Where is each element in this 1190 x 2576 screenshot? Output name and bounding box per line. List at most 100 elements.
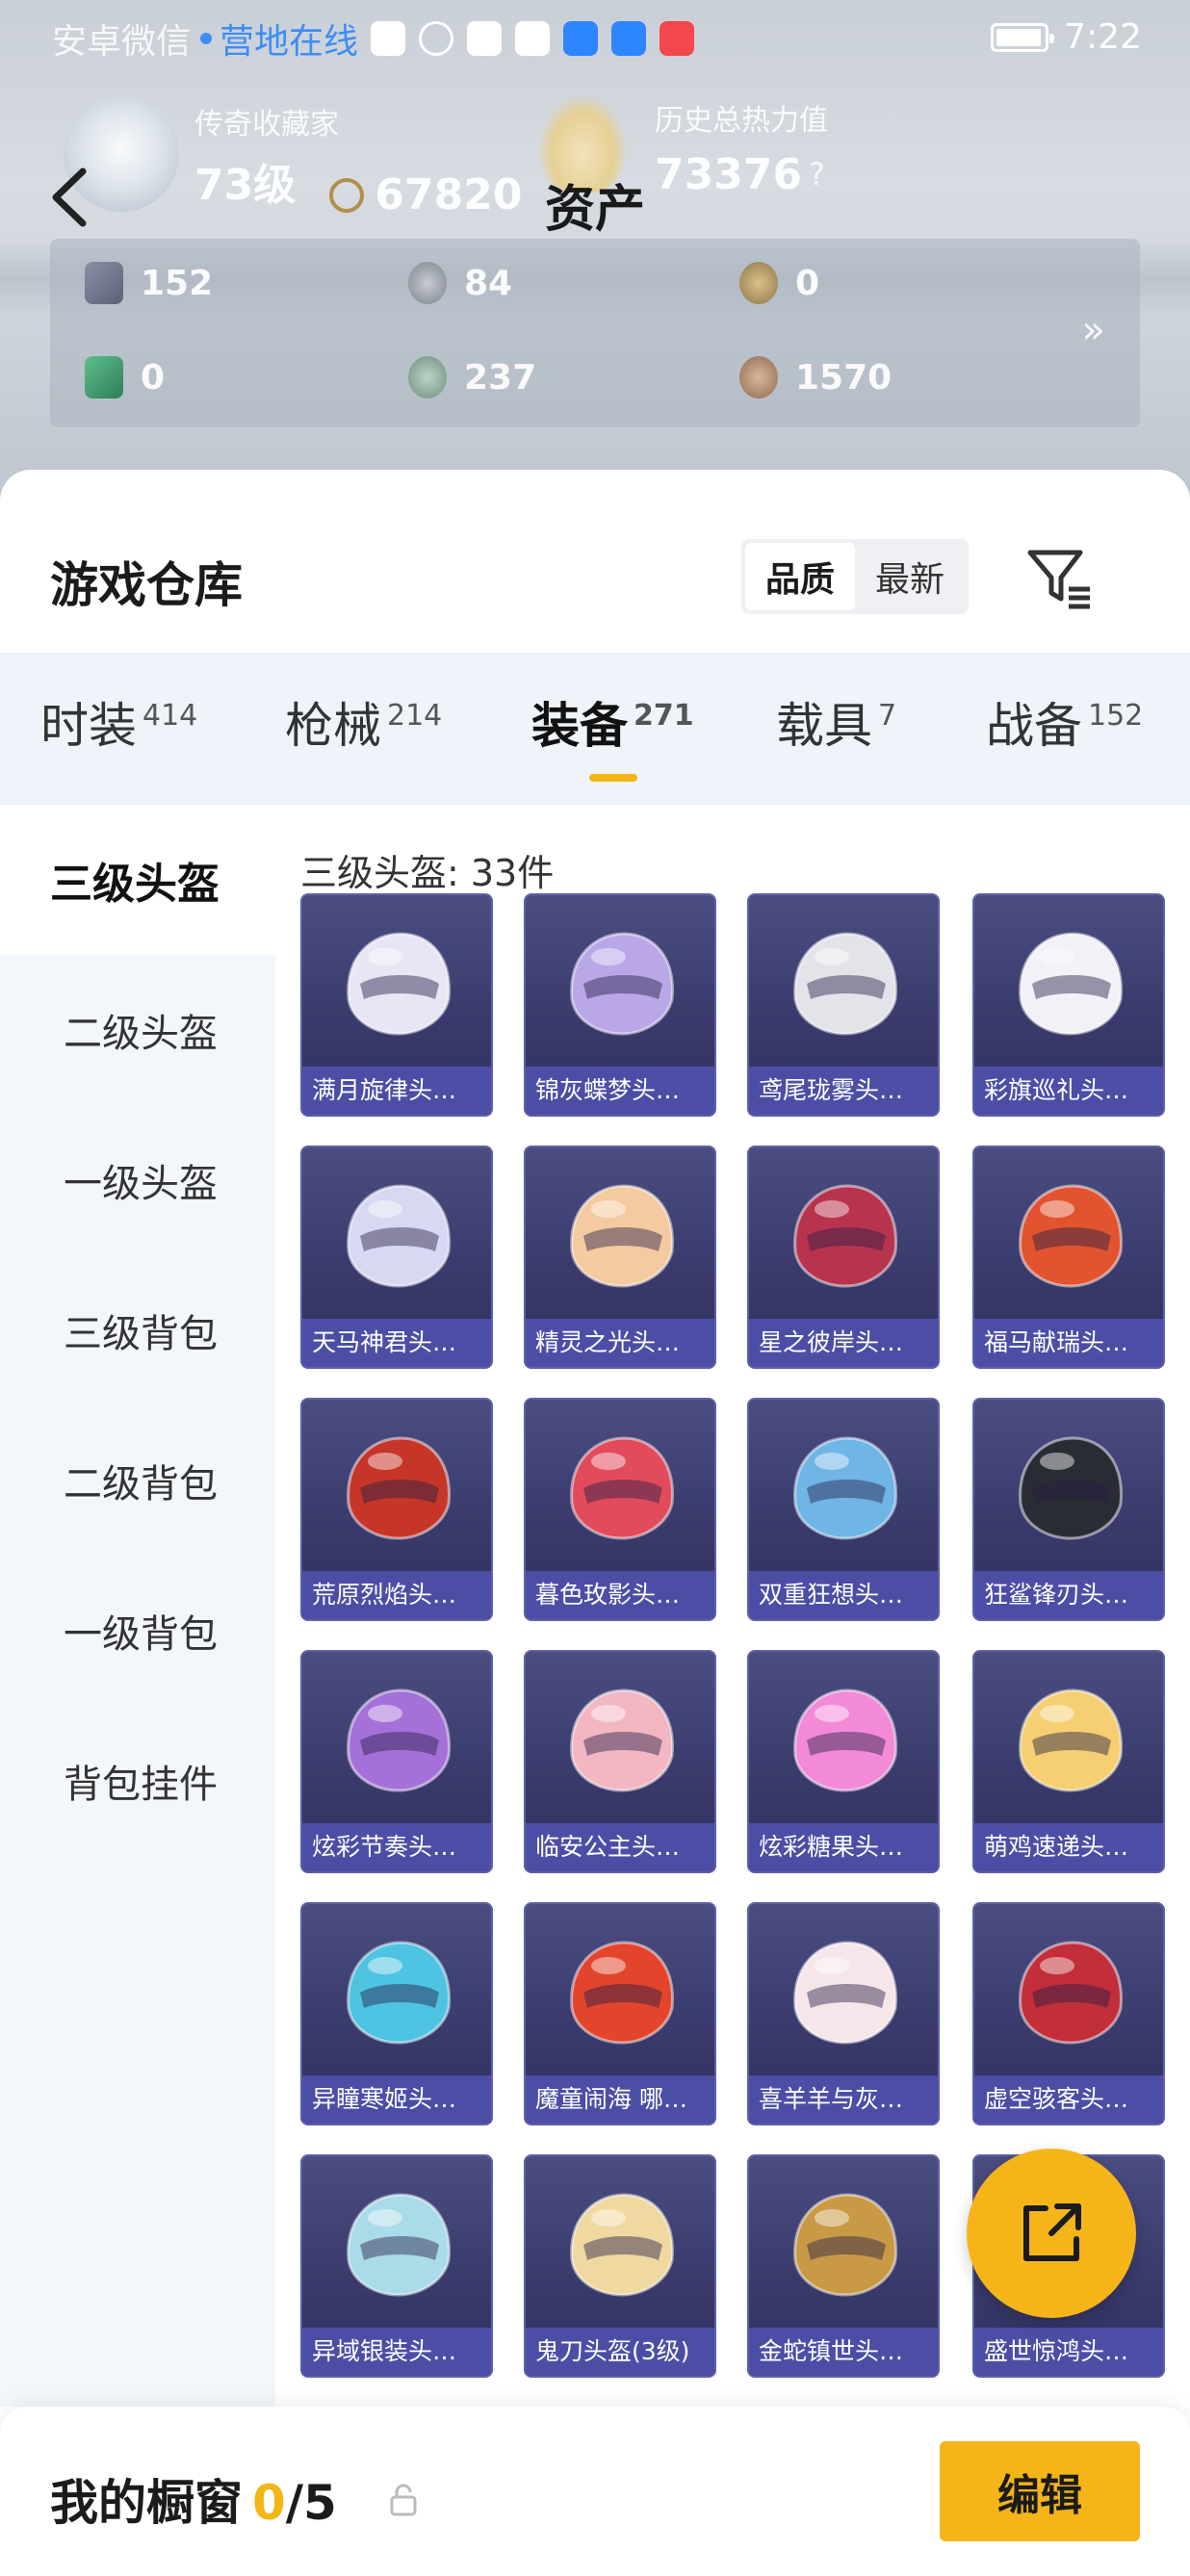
showcase-footer: 我的橱窗 0/5 编辑 <box>0 2407 1190 2576</box>
tab-combat-gear[interactable]: 战备 152 <box>986 687 1143 757</box>
item-name: 精灵之光头… <box>526 1319 714 1367</box>
sidebar-item-level1-helmet[interactable]: 一级头盔 <box>0 1105 275 1255</box>
item-card[interactable]: 双重狂想头… <box>747 1398 940 1621</box>
jade-coin-icon <box>408 356 447 399</box>
lock-icon <box>390 2484 417 2516</box>
tab-count: 7 <box>878 699 897 733</box>
item-name: 荒原烈焰头… <box>302 1571 491 1619</box>
back-arrow-icon <box>52 167 87 227</box>
item-card[interactable]: 萌鸡速递头… <box>972 1650 1165 1873</box>
camp-online-text: 营地在线 <box>220 22 359 62</box>
tab-weapons[interactable]: 枪械 214 <box>285 687 442 757</box>
item-card[interactable]: 异域银装头… <box>300 2154 493 2378</box>
resource-item: 152 <box>85 262 213 304</box>
status-right: 7:22 <box>991 17 1142 57</box>
honor-coin-icon <box>329 177 365 213</box>
tab-label: 枪械 <box>285 698 381 754</box>
item-card[interactable]: 临安公主头… <box>524 1650 716 1873</box>
sort-by-quality[interactable]: 品质 <box>745 543 855 610</box>
item-card[interactable]: 星之彼岸头… <box>747 1146 940 1369</box>
helmet-icon <box>570 1436 674 1540</box>
bronze-coin-icon <box>739 356 778 399</box>
item-card[interactable]: 锦灰蝶梦头… <box>524 893 716 1117</box>
item-name: 虚空骇客头… <box>974 2075 1163 2124</box>
item-card[interactable]: 满月旋律头… <box>300 893 493 1117</box>
green-card-icon <box>85 356 123 399</box>
sidebar-item-level1-backpack[interactable]: 一级背包 <box>0 1556 275 1706</box>
item-card[interactable]: 福马献瑞头… <box>972 1146 1165 1369</box>
filter-button[interactable] <box>1021 539 1098 616</box>
warehouse-title: 游戏仓库 <box>50 557 243 613</box>
resources-more-icon[interactable]: » <box>1082 308 1105 352</box>
sort-by-newest[interactable]: 最新 <box>855 543 965 610</box>
item-name: 彩旗巡礼头… <box>974 1067 1163 1115</box>
helmet-icon <box>1019 1941 1123 2045</box>
helmet-icon <box>570 2193 674 2297</box>
helmet-icon <box>793 1688 897 1792</box>
resource-panel[interactable]: 152 84 0 0 237 1570 » <box>50 239 1140 427</box>
item-card[interactable]: 暮色玫影头… <box>524 1398 716 1621</box>
tab-equipment[interactable]: 装备 271 <box>531 687 694 757</box>
item-name: 临安公主头… <box>526 1823 714 1871</box>
resource-value: 0 <box>795 263 820 303</box>
warehouse-header: 游戏仓库 品质 最新 <box>0 470 1190 653</box>
sidebar-item-level2-helmet[interactable]: 二级头盔 <box>0 955 275 1105</box>
clock: 7:22 <box>1064 17 1142 57</box>
helmet-icon <box>347 1688 451 1792</box>
tab-count: 271 <box>634 699 694 733</box>
item-card[interactable]: 虚空骇客头… <box>972 1902 1165 2125</box>
item-card[interactable]: 狂鲨锋刃头… <box>972 1398 1165 1621</box>
tab-count: 214 <box>387 699 443 733</box>
item-card[interactable]: 彩旗巡礼头… <box>972 893 1165 1117</box>
item-card[interactable]: 魔童闹海 哪… <box>524 1902 716 2125</box>
edit-button[interactable]: 编辑 <box>940 2441 1140 2541</box>
item-card[interactable]: 炫彩糖果头… <box>747 1650 940 1873</box>
item-card[interactable]: 鸢尾珑雾头… <box>747 893 940 1117</box>
tab-fashion[interactable]: 时装 414 <box>40 687 197 757</box>
tab-vehicles[interactable]: 载具 7 <box>776 687 896 757</box>
rank-title: 传奇收藏家 <box>194 108 339 142</box>
share-button[interactable] <box>967 2149 1136 2318</box>
item-name: 炫彩节奏头… <box>302 1823 491 1871</box>
helmet-icon <box>347 932 451 1036</box>
heat-label: 历史总热力值 <box>655 104 828 138</box>
heat-summary: 历史总热力值 73376 ? <box>655 96 828 199</box>
sidebar-item-level3-backpack[interactable]: 三级背包 <box>0 1255 275 1405</box>
app-icon <box>660 21 694 56</box>
item-name: 狂鲨锋刃头… <box>974 1571 1163 1619</box>
tab-label: 时装 <box>40 698 137 754</box>
asset-header: 安卓微信 营地在线 7:22 传奇收藏家 73级 67820 历史总热力值 73… <box>0 0 1190 520</box>
player-level: 73级 <box>194 161 297 210</box>
helmet-icon <box>570 1688 674 1792</box>
heat-help-icon[interactable]: ? <box>809 156 825 193</box>
resource-item: 0 <box>739 262 819 304</box>
sidebar-item-level2-backpack[interactable]: 二级背包 <box>0 1405 275 1556</box>
item-name: 喜羊羊与灰… <box>749 2075 938 2124</box>
item-card[interactable]: 喜羊羊与灰… <box>747 1902 940 2125</box>
sidebar-item-backpack-pendant[interactable]: 背包挂件 <box>0 1706 275 1856</box>
item-card[interactable]: 鬼刀头盔(3级) <box>524 2154 716 2378</box>
wifi-icon <box>419 21 453 56</box>
item-name: 炫彩糖果头… <box>749 1823 938 1871</box>
helmet-icon <box>347 1436 451 1540</box>
item-name: 鸢尾珑雾头… <box>749 1067 938 1115</box>
resource-value: 84 <box>464 263 513 303</box>
item-card[interactable]: 精灵之光头… <box>524 1146 716 1369</box>
item-name: 魔童闹海 哪… <box>526 2075 714 2124</box>
item-name: 异域银装头… <box>302 2328 491 2376</box>
mail-icon <box>467 21 502 56</box>
cloud-icon <box>563 21 598 56</box>
heat-value: 73376 <box>655 150 803 199</box>
item-card[interactable]: 炫彩节奏头… <box>300 1650 493 1873</box>
item-name: 萌鸡速递头… <box>974 1823 1163 1871</box>
item-card[interactable]: 异瞳寒姬头… <box>300 1902 493 2125</box>
item-card[interactable]: 天马神君头… <box>300 1146 493 1369</box>
item-card[interactable]: 荒原烈焰头… <box>300 1398 493 1621</box>
showcase-title: 我的橱窗 <box>50 2475 243 2531</box>
sidebar-item-level3-helmet[interactable]: 三级头盔 <box>0 805 275 955</box>
item-card[interactable]: 金蛇镇世头… <box>747 2154 940 2378</box>
back-button[interactable] <box>44 164 102 231</box>
item-name: 暮色玫影头… <box>526 1571 714 1619</box>
honor-coin-value: 67820 <box>375 170 523 219</box>
notification-icons <box>371 21 694 56</box>
